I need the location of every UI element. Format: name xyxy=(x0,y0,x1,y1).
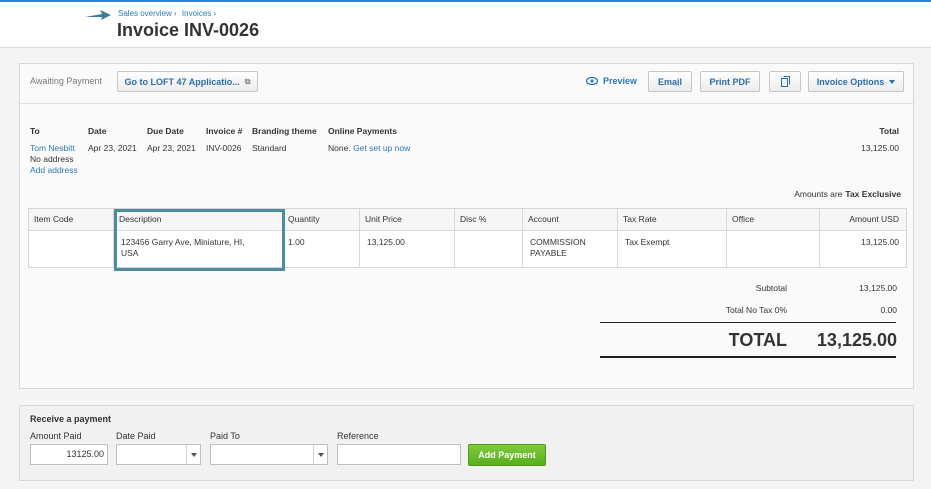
column-header-unit-price: Unit Price xyxy=(360,209,455,231)
get-set-up-link[interactable]: Get set up now xyxy=(353,143,410,153)
date-paid-label: Date Paid xyxy=(116,431,156,441)
external-link-icon: ⧉ xyxy=(244,76,251,86)
column-header-tax-rate: Tax Rate xyxy=(618,209,727,231)
subtotal-value: 13,125.00 xyxy=(859,283,897,293)
breadcrumb-invoices[interactable]: Invoices › xyxy=(182,9,216,18)
cell-unit-price[interactable]: 13,125.00 xyxy=(360,231,455,268)
to-label: To xyxy=(30,126,40,136)
tax-value: 0.00 xyxy=(880,305,897,315)
branding-theme-label: Branding theme xyxy=(252,126,317,136)
online-payments-value: None. Get set up now xyxy=(328,143,410,153)
receive-payment-panel: Receive a payment Amount Paid Date Paid … xyxy=(19,405,914,481)
column-header-amount: Amount USD xyxy=(820,209,906,231)
chevron-down-icon xyxy=(889,79,896,84)
online-payments-label: Online Payments xyxy=(328,126,397,136)
total-value: 13,125.00 xyxy=(861,143,899,153)
branding-theme-value: Standard xyxy=(252,143,287,153)
cell-account[interactable]: COMMISSION PAYABLE xyxy=(523,231,618,268)
subtotal-label: Subtotal xyxy=(755,283,787,293)
contact-address: No address xyxy=(30,154,74,164)
status-label: Awaiting Payment xyxy=(30,76,102,86)
totals-double-rule xyxy=(600,356,896,358)
copy-button[interactable] xyxy=(769,71,801,92)
column-header-office: Office xyxy=(727,209,820,231)
cell-tax-rate[interactable]: Tax Exempt xyxy=(618,231,727,268)
due-date-value: Apr 23, 2021 xyxy=(147,143,196,153)
line-items-table: Item Code Description Quantity Unit Pric… xyxy=(28,208,907,268)
amounts-are-text: Amounts are xyxy=(794,189,843,199)
cell-item-code[interactable] xyxy=(29,231,114,268)
go-to-project-label: Go to LOFT 47 Applicatio... xyxy=(124,76,240,87)
breadcrumb-sales-overview[interactable]: Sales overview › xyxy=(118,9,177,18)
cell-description[interactable]: 123456 Garry Ave, Miniature, HI, USA xyxy=(114,231,283,268)
column-header-item-code: Item Code xyxy=(29,209,114,231)
amount-paid-label: Amount Paid xyxy=(30,431,82,441)
due-date-label: Due Date xyxy=(147,126,184,136)
online-payments-status: None. xyxy=(328,143,351,153)
page-title: Invoice INV-0026 xyxy=(117,20,260,40)
preview-label: Preview xyxy=(603,76,638,86)
add-payment-button[interactable]: Add Payment xyxy=(468,444,546,466)
reference-label: Reference xyxy=(337,431,379,441)
paid-to-select[interactable] xyxy=(210,444,328,465)
cell-quantity[interactable]: 1.00 xyxy=(283,231,360,268)
account-line-2: PAYABLE xyxy=(530,248,567,258)
reference-input[interactable] xyxy=(337,444,461,465)
date-paid-dropdown[interactable] xyxy=(186,445,200,464)
breadcrumb: Sales overview › Invoices › xyxy=(118,9,219,18)
description-line-1: 123456 Garry Ave, Miniature, HI, xyxy=(121,237,245,247)
column-header-quantity: Quantity xyxy=(283,209,360,231)
invoice-options-label: Invoice Options xyxy=(816,76,885,87)
account-line-1: COMMISSION xyxy=(530,237,586,247)
email-button[interactable]: Email xyxy=(648,71,692,92)
amounts-are-label: Amounts are Tax Exclusive xyxy=(794,189,901,199)
totals-divider xyxy=(600,322,896,323)
paid-to-label: Paid To xyxy=(210,431,240,441)
column-header-disc: Disc % xyxy=(455,209,523,231)
date-label: Date xyxy=(88,126,107,136)
date-paid-field[interactable] xyxy=(116,444,201,465)
grand-total-value: 13,125.00 xyxy=(816,330,897,350)
invoice-panel: Awaiting Payment Go to LOFT 47 Applicati… xyxy=(19,63,914,389)
amount-paid-input[interactable]: 13125.00 xyxy=(30,444,108,465)
print-pdf-button[interactable]: Print PDF xyxy=(700,71,760,92)
go-to-project-button[interactable]: Go to LOFT 47 Applicatio... ⧉ xyxy=(117,71,258,92)
total-label: Total xyxy=(879,126,899,136)
invoice-number-label: Invoice # xyxy=(206,126,243,136)
chevron-down-icon xyxy=(317,452,324,457)
tax-label: Total No Tax 0% xyxy=(725,305,787,315)
eye-icon xyxy=(586,77,598,85)
add-address-link[interactable]: Add address xyxy=(30,165,78,175)
chevron-down-icon xyxy=(190,452,197,457)
grand-total-label: TOTAL xyxy=(728,330,787,350)
column-header-description: Description xyxy=(114,209,283,231)
copy-icon xyxy=(780,76,790,87)
arrow-icon xyxy=(85,10,111,20)
invoice-toolbar: Awaiting Payment Go to LOFT 47 Applicati… xyxy=(20,64,913,104)
page-header: Sales overview › Invoices › Invoice INV-… xyxy=(0,2,931,48)
cell-amount[interactable]: 13,125.00 xyxy=(820,231,906,268)
invoice-options-button[interactable]: Invoice Options xyxy=(808,71,904,92)
cell-office[interactable] xyxy=(727,231,820,268)
contact-link[interactable]: Tom Nesbitt xyxy=(30,143,75,153)
receive-payment-title: Receive a payment xyxy=(30,414,112,424)
cell-disc[interactable] xyxy=(455,231,523,268)
column-header-account: Account xyxy=(523,209,618,231)
preview-link[interactable]: Preview xyxy=(586,76,637,86)
date-value: Apr 23, 2021 xyxy=(88,143,137,153)
paid-to-dropdown[interactable] xyxy=(313,445,327,464)
description-line-2: USA xyxy=(121,248,139,258)
invoice-number-value: INV-0026 xyxy=(206,143,242,153)
amounts-are-value[interactable]: Tax Exclusive xyxy=(845,189,901,199)
